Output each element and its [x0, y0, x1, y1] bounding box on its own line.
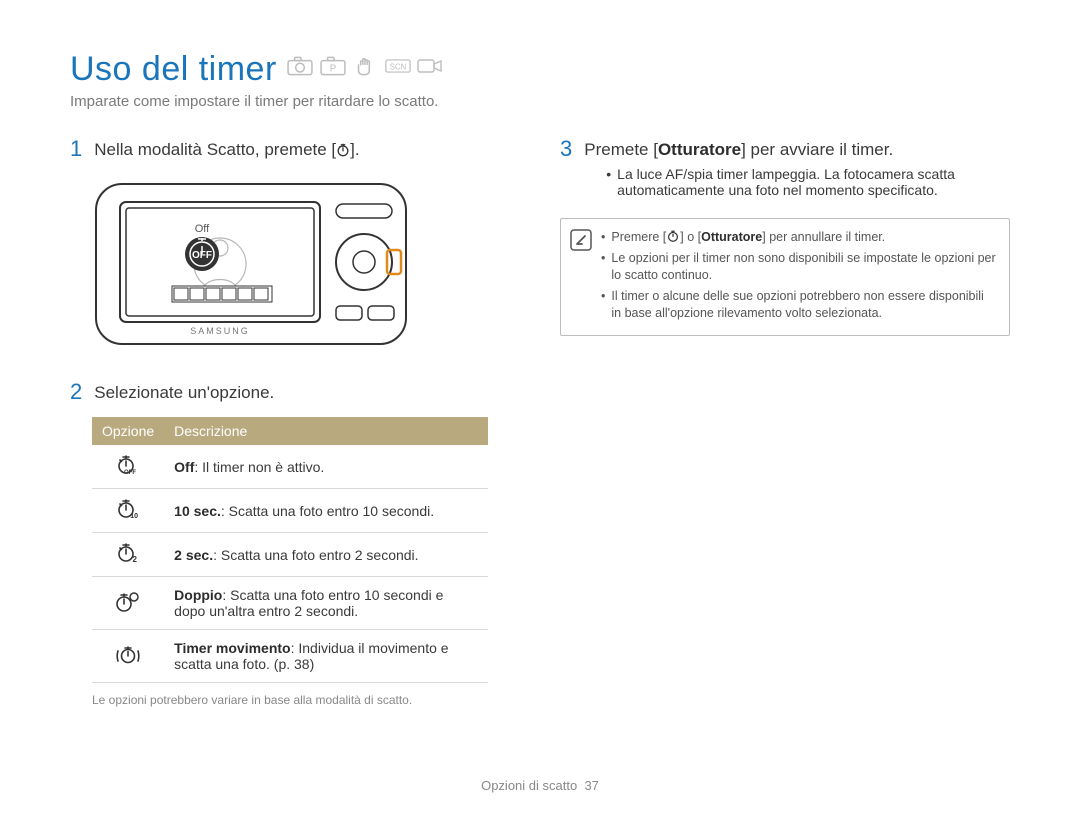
columns: 1 Nella modalità Scatto, premete [].	[70, 138, 1010, 707]
info-list: • Premere [] o [Otturatore] per annullar…	[601, 219, 1009, 335]
info-text: Le opzioni per il timer non sono disponi…	[611, 250, 997, 284]
step-number: 3	[560, 138, 572, 200]
step-text: Premete [Otturatore] per avviare il time…	[584, 140, 1010, 200]
step-text: Selezionate un'opzione.	[94, 383, 274, 403]
ib1-before: Premere [	[611, 230, 666, 244]
svg-text:10: 10	[130, 513, 138, 519]
table-row: OFF Off: Il timer non è attivo.	[92, 445, 488, 489]
options-table: Opzione Descrizione OFF Off: Il timer no…	[92, 417, 488, 683]
step-number: 2	[70, 381, 82, 403]
svg-text:SCN: SCN	[389, 62, 405, 71]
left-column: 1 Nella modalità Scatto, premete [].	[70, 138, 520, 707]
scn-icon: SCN	[385, 56, 411, 76]
page-footer: Opzioni di scatto 37	[0, 778, 1080, 793]
step-text: Nella modalità Scatto, premete [].	[94, 140, 359, 160]
right-column: 3 Premete [Otturatore] per avviare il ti…	[560, 138, 1010, 707]
step-number: 1	[70, 138, 82, 160]
bullet-dot: •	[606, 166, 611, 198]
step3-before: Premete [	[584, 140, 658, 159]
info-box: • Premere [] o [Otturatore] per annullar…	[560, 218, 1010, 336]
table-row: 2 2 sec.: Scatta una foto entro 2 second…	[92, 533, 488, 577]
table-header-row: Opzione Descrizione	[92, 417, 488, 445]
timer-2-icon: 2	[92, 533, 164, 577]
camera-off-text: Off	[195, 223, 210, 235]
timer-off-icon: OFF	[92, 445, 164, 489]
timer-double-icon	[92, 577, 164, 630]
camera-smart-icon	[287, 56, 313, 76]
step1-before: Nella modalità Scatto, premete [	[94, 140, 336, 159]
step1-after: ].	[350, 140, 359, 159]
timer-icon	[666, 230, 680, 244]
bullet-text: La luce AF/spia timer lampeggia. La foto…	[617, 166, 1010, 198]
step3-bullets: •La luce AF/spia timer lampeggia. La fot…	[606, 166, 1010, 198]
options-note: Le opzioni potrebbero variare in base al…	[92, 693, 520, 707]
step-2: 2 Selezionate un'opzione.	[70, 381, 520, 403]
footer-label: Opzioni di scatto	[481, 778, 577, 793]
hand-icon	[352, 56, 378, 76]
cell-desc: 2 sec.: Scatta una foto entro 2 secondi.	[164, 533, 488, 577]
svg-text:P: P	[329, 63, 336, 74]
cell-desc: Timer movimento: Individua il movimento …	[164, 630, 488, 683]
info-item: • Premere [] o [Otturatore] per annullar…	[601, 229, 997, 246]
step-3: 3 Premete [Otturatore] per avviare il ti…	[560, 138, 1010, 200]
cell-desc: 10 sec.: Scatta una foto entro 10 second…	[164, 489, 488, 533]
timer-10-icon: 10	[92, 489, 164, 533]
camera-illustration: OFF Off SAMSUNG	[92, 174, 520, 359]
step-1: 1 Nella modalità Scatto, premete [].	[70, 138, 520, 160]
shutter-label: Otturatore	[658, 140, 741, 159]
page: Uso del timer P SCN Imparate come impost…	[0, 0, 1080, 815]
cell-desc: Doppio: Scatta una foto entro 10 secondi…	[164, 577, 488, 630]
table-row: 10 10 sec.: Scatta una foto entro 10 sec…	[92, 489, 488, 533]
ib1-mid: ] o [	[680, 230, 701, 244]
info-item: •Il timer o alcune delle sue opzioni pot…	[601, 288, 997, 322]
info-badge	[561, 219, 601, 335]
video-icon	[417, 56, 443, 76]
timer-motion-icon	[92, 630, 164, 683]
timer-icon	[336, 140, 350, 159]
th-description: Descrizione	[164, 417, 488, 445]
mode-icons: P SCN	[287, 56, 445, 81]
note-icon	[570, 229, 592, 251]
cell-desc: Off: Il timer non è attivo.	[164, 445, 488, 489]
shutter-label: Otturatore	[701, 230, 762, 244]
ib1-after: ] per annullare il timer.	[762, 230, 885, 244]
th-option: Opzione	[92, 417, 164, 445]
step3-after: ] per avviare il timer.	[741, 140, 893, 159]
table-row: Doppio: Scatta una foto entro 10 secondi…	[92, 577, 488, 630]
svg-text:2: 2	[133, 555, 138, 563]
info-item: •Le opzioni per il timer non sono dispon…	[601, 250, 997, 284]
footer-page: 37	[584, 778, 598, 793]
svg-text:OFF: OFF	[124, 470, 136, 475]
page-subtitle: Imparate come impostare il timer per rit…	[70, 93, 1010, 110]
bullet: •La luce AF/spia timer lampeggia. La fot…	[606, 166, 1010, 198]
page-header: Uso del timer P SCN	[70, 50, 1010, 89]
info-text: Il timer o alcune delle sue opzioni potr…	[611, 288, 997, 322]
camera-p-icon: P	[320, 56, 346, 76]
page-title: Uso del timer	[70, 50, 277, 88]
table-row: Timer movimento: Individua il movimento …	[92, 630, 488, 683]
camera-brand: SAMSUNG	[190, 326, 250, 336]
